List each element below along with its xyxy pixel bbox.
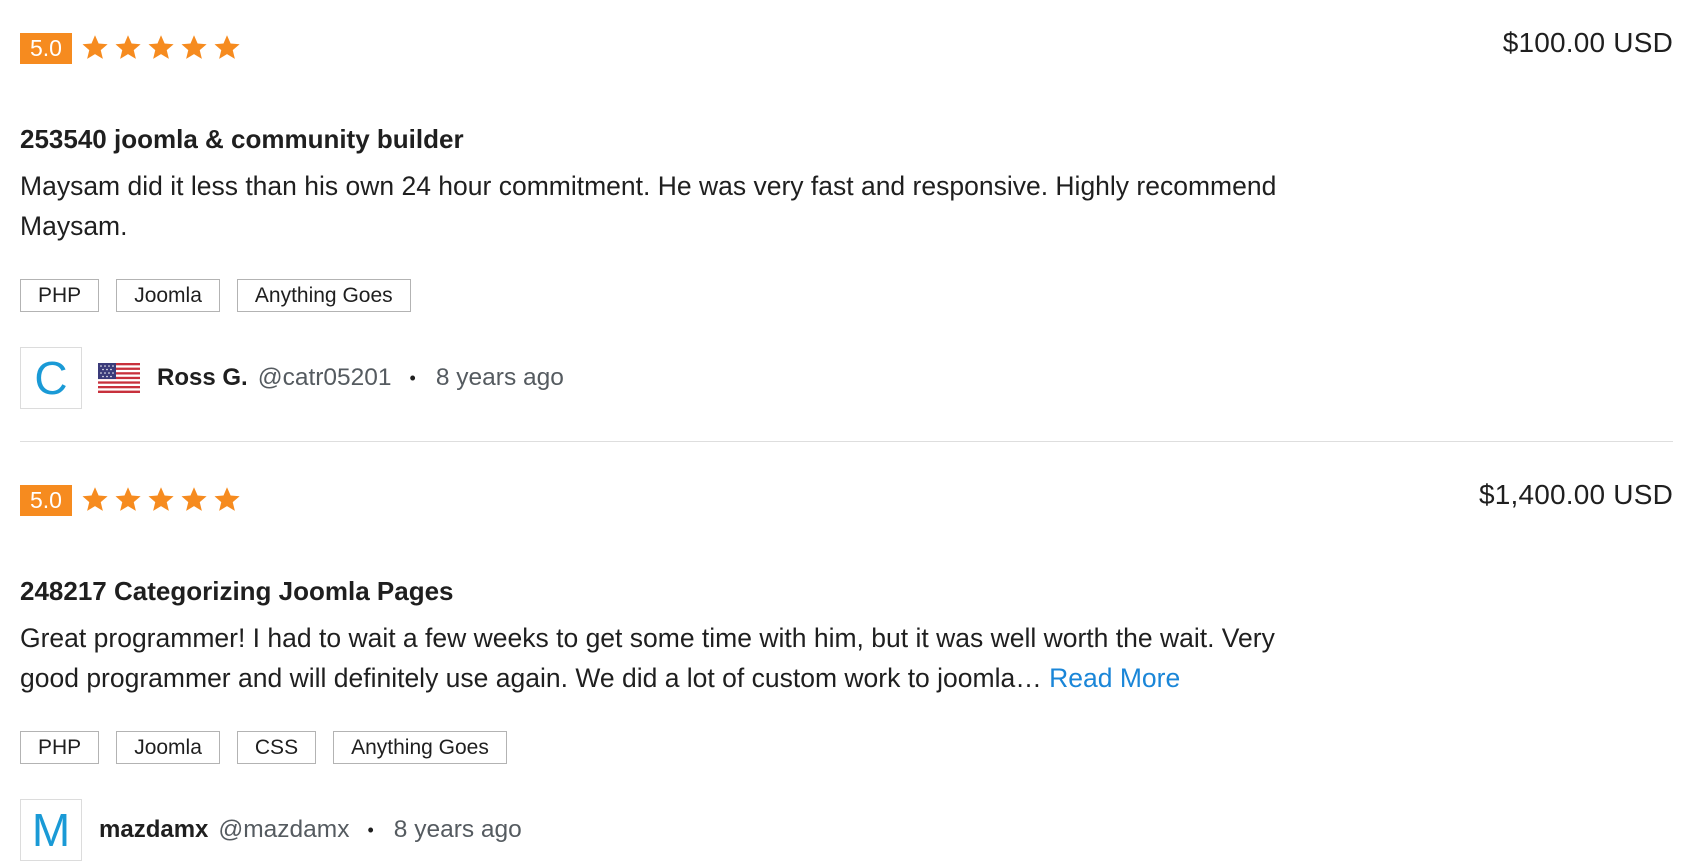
skill-tags: PHP Joomla CSS Anything Goes [20, 731, 507, 764]
reviewer-info: C Ross G. @catr05201 • 8 years ago [20, 346, 564, 410]
review-description: Maysam did it less than his own 24 hour … [20, 171, 1277, 241]
star-rating [80, 485, 242, 515]
reviewer-handle: @mazdamx [218, 816, 350, 843]
rating-badge: 5.0 [20, 484, 72, 516]
skill-tag[interactable]: Joomla [116, 279, 220, 312]
review-divider [20, 441, 1673, 442]
read-more-link[interactable]: Read More [1049, 663, 1180, 693]
skill-tag[interactable]: PHP [20, 731, 100, 764]
star-icon [181, 487, 207, 511]
reviewer-handle: @catr05201 [257, 364, 392, 391]
skill-tag[interactable]: PHP [20, 279, 100, 312]
rating-row: 5.0 [20, 484, 242, 516]
star-icon [214, 35, 240, 59]
separator-dot: • [409, 367, 416, 388]
project-price: $100.00 USD [1502, 27, 1673, 58]
skill-tag[interactable]: Anything Goes [236, 279, 411, 312]
reviewer-info: M mazdamx @mazdamx • 8 years ago [20, 798, 522, 862]
project-price: $1,400.00 USD [1478, 479, 1673, 510]
star-icon [82, 487, 108, 511]
project-title: 248217 Categorizing Joomla Pages [20, 576, 454, 606]
project-title: 253540 joomla & community builder [20, 124, 464, 154]
star-icon [214, 487, 240, 511]
us-flag-icon [98, 363, 140, 393]
skill-tag[interactable]: CSS [236, 731, 317, 764]
skill-tag[interactable]: Anything Goes [333, 731, 507, 764]
star-icon [148, 35, 174, 59]
rating-row: 5.0 [20, 32, 242, 64]
reviewer-name[interactable]: Ross G. [157, 364, 248, 392]
review-time: 8 years ago [393, 816, 522, 843]
review-time: 8 years ago [435, 364, 564, 391]
reviews-page: 5.0 $100.00 USD 253540 joomla & communit… [0, 0, 1700, 864]
skill-tag[interactable]: Joomla [116, 731, 220, 764]
rating-badge: 5.0 [20, 32, 72, 64]
review-text: Maysam did it less than his own 24 hour … [20, 166, 1330, 246]
star-rating [80, 33, 242, 63]
reviewer-name[interactable]: mazdamx [99, 816, 208, 844]
review-text: Great programmer! I had to wait a few we… [20, 618, 1330, 698]
star-icon [148, 487, 174, 511]
avatar[interactable]: M [20, 799, 82, 861]
avatar[interactable]: C [20, 347, 82, 409]
star-icon [115, 35, 141, 59]
separator-dot: • [367, 819, 374, 840]
star-icon [181, 35, 207, 59]
star-icon [115, 487, 141, 511]
star-icon [82, 35, 108, 59]
skill-tags: PHP Joomla Anything Goes [20, 279, 411, 312]
